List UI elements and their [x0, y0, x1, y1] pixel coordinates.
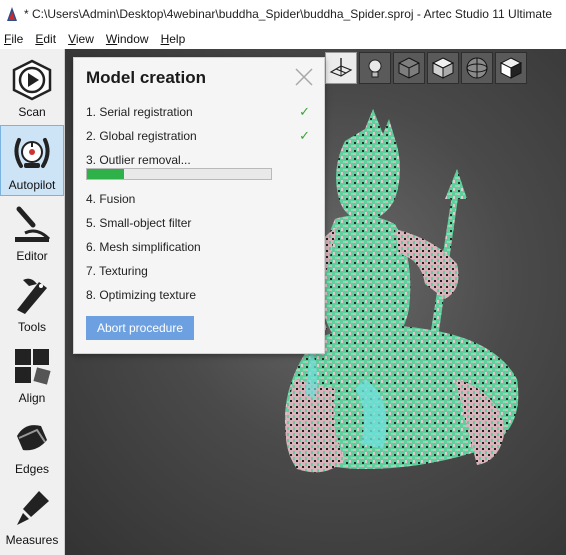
sidebar-label-edges: Edges — [14, 462, 50, 476]
editor-icon — [15, 206, 51, 242]
texture-render-button[interactable] — [495, 52, 527, 84]
sidebar-item-align[interactable]: Align — [0, 339, 64, 410]
sidebar-item-edges[interactable]: Edges — [0, 410, 64, 481]
measures-icon — [17, 491, 49, 525]
abort-procedure-button[interactable]: Abort procedure — [86, 316, 194, 340]
step-fusion: 4. Fusion — [86, 192, 136, 206]
sphere-render-button[interactable] — [461, 52, 493, 84]
sidebar: Scan Autopilot Editor Tools Align Edges … — [0, 49, 65, 555]
title-bar: * C:\Users\Admin\Desktop\4webinar\buddha… — [0, 0, 566, 28]
align-icon — [15, 349, 51, 385]
cube-solid-icon — [431, 57, 455, 79]
grid-icon — [329, 58, 353, 77]
solid-render-button[interactable] — [427, 52, 459, 84]
progress-bar — [86, 168, 272, 180]
sidebar-item-scan[interactable]: Scan — [0, 53, 64, 124]
grid-toggle-button[interactable] — [325, 52, 357, 84]
menu-file[interactable]: File — [0, 32, 31, 46]
sphere-icon — [466, 57, 488, 79]
step-mesh-simplification: 6. Mesh simplification — [86, 240, 201, 254]
menu-window[interactable]: Window — [102, 32, 157, 46]
lightbulb-icon — [368, 59, 382, 78]
check-icon: ✓ — [299, 104, 310, 119]
menu-edit[interactable]: Edit — [31, 32, 64, 46]
artec-app-icon — [7, 7, 17, 21]
sidebar-item-autopilot[interactable]: Autopilot — [0, 125, 64, 196]
sidebar-label-editor: Editor — [16, 249, 48, 263]
cube-wireframe-icon — [398, 57, 420, 79]
check-icon: ✓ — [299, 128, 310, 143]
view-toolbar — [325, 52, 527, 84]
sidebar-item-tools[interactable]: Tools — [0, 268, 64, 339]
sidebar-label-autopilot: Autopilot — [8, 178, 56, 192]
step-texturing: 7. Texturing — [86, 264, 148, 278]
cube-textured-icon — [499, 57, 523, 79]
autopilot-icon — [14, 138, 50, 168]
step-optimizing-texture: 8. Optimizing texture — [86, 288, 197, 302]
close-icon[interactable] — [294, 67, 314, 87]
menu-view[interactable]: View — [64, 32, 102, 46]
sidebar-item-measures[interactable]: Measures — [0, 481, 64, 552]
step-global-registration: 2. Global registration — [86, 129, 197, 143]
menu-bar: File Edit View Window Help — [0, 28, 566, 49]
sidebar-label-align: Align — [18, 391, 46, 405]
progress-fill — [87, 169, 124, 179]
sidebar-label-scan: Scan — [18, 105, 46, 119]
wireframe-render-button[interactable] — [393, 52, 425, 84]
light-toggle-button[interactable] — [359, 52, 391, 84]
step-outlier-removal: 3. Outlier removal... — [86, 153, 191, 167]
scan-icon — [12, 59, 52, 101]
menu-help[interactable]: Help — [157, 32, 194, 46]
sidebar-item-editor[interactable]: Editor — [0, 197, 64, 268]
model-creation-panel: Model creation 1. Serial registration ✓ … — [73, 57, 325, 354]
window-title: * C:\Users\Admin\Desktop\4webinar\buddha… — [24, 7, 553, 21]
step-small-object-filter: 5. Small-object filter — [86, 216, 192, 230]
panel-title: Model creation — [86, 68, 206, 87]
sidebar-label-measures: Measures — [5, 533, 59, 547]
tools-icon — [17, 278, 47, 314]
sidebar-label-tools: Tools — [17, 320, 46, 334]
edges-icon — [17, 425, 47, 451]
step-serial-registration: 1. Serial registration — [86, 105, 193, 119]
